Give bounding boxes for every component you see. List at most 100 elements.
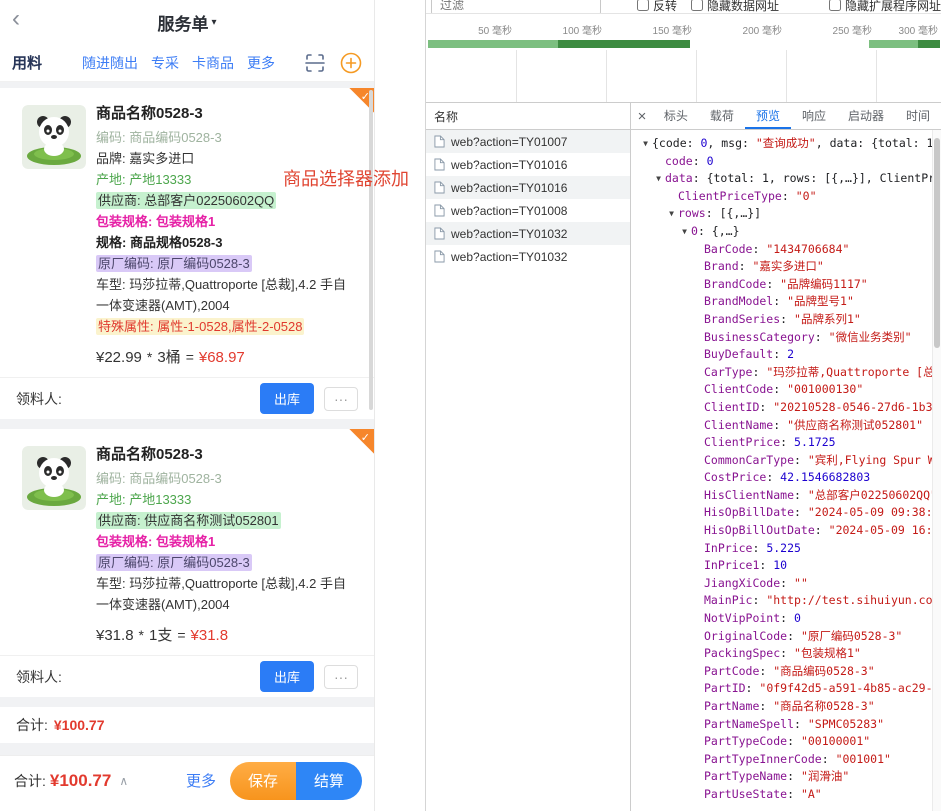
footer-more-link[interactable]: 更多 <box>186 770 216 791</box>
scan-icon[interactable] <box>304 52 326 74</box>
collapse-icon[interactable]: ∧ <box>119 774 128 788</box>
devtools-panel: 反转隐藏数据网址隐藏扩展程序网址 50 毫秒100 毫秒150 毫秒200 毫秒… <box>425 0 941 811</box>
back-icon[interactable]: ‹ <box>12 7 20 31</box>
network-row[interactable]: web?action=TY01016 <box>426 153 630 176</box>
timeline-tick: 300 毫秒 <box>878 22 938 37</box>
json-key: PartNameSpell <box>704 717 794 731</box>
tree-line: HisOpBillOutDate: "2024-05-09 16:38 <box>631 522 941 540</box>
detail-tab-3[interactable]: 预览 <box>745 103 791 129</box>
tab-2[interactable]: 随进随出 <box>82 53 138 73</box>
timeline-tick: 150 毫秒 <box>632 22 692 37</box>
subtotal-row: 合计: ¥100.77 <box>0 707 374 743</box>
scrollbar-thumb[interactable] <box>934 138 940 348</box>
detail-tab-5[interactable]: 启动器 <box>837 103 895 129</box>
detail-tab-2[interactable]: 载荷 <box>699 103 745 129</box>
json-key: PartTypeInnerCode <box>704 752 822 766</box>
tree-line: JiangXiCode: "" <box>631 575 941 593</box>
network-row[interactable]: web?action=TY01032 <box>426 245 630 268</box>
chevron-down-icon[interactable]: ▾ <box>211 17 216 28</box>
json-value: {,…} <box>712 224 740 238</box>
json-value: "20210528-0546-27d6-1b32- <box>773 400 941 414</box>
json-value: : <box>773 294 787 308</box>
json-value: : <box>759 400 773 414</box>
product-field: 特殊属性: 属性-1-0528,属性-2-0528 <box>96 316 358 337</box>
tab-4[interactable]: 卡商品 <box>192 53 234 73</box>
json-value: : <box>787 629 801 643</box>
tab-3[interactable]: 专采 <box>151 53 179 73</box>
filter-input[interactable] <box>431 0 601 14</box>
timeline-tick: 100 毫秒 <box>542 22 602 37</box>
tree-line: PartCode: "商品编码0528-3" <box>631 663 941 681</box>
product-card: ✓商品名称0528-3编码: 商品编码0528-3品牌: 嘉实多进口产地: 产地… <box>0 88 374 419</box>
network-row[interactable]: web?action=TY01032 <box>426 222 630 245</box>
network-row[interactable]: web?action=TY01008 <box>426 199 630 222</box>
checkbox-1[interactable]: 反转 <box>637 0 677 14</box>
settle-button[interactable]: 结算 <box>296 762 362 800</box>
network-filter-bar: 反转隐藏数据网址 隐藏扩展程序网址 <box>426 0 941 14</box>
json-value: "品牌型号1" <box>787 294 854 308</box>
detail-tab-1[interactable]: 标头 <box>653 103 699 129</box>
detail-tab-4[interactable]: 响应 <box>791 103 837 129</box>
more-options-button[interactable]: ··· <box>324 387 358 411</box>
checkbox-input[interactable] <box>829 0 841 11</box>
json-value: : <box>739 259 753 273</box>
tree-line: ClientPriceType: "0" <box>631 188 941 206</box>
expand-arrow-icon[interactable]: ▼ <box>665 205 678 223</box>
devtools-scrollbar[interactable] <box>932 130 941 811</box>
checkbox-3[interactable]: 隐藏扩展程序网址 <box>829 0 941 14</box>
json-value: : <box>787 734 801 748</box>
tab-5[interactable]: 更多 <box>247 53 275 73</box>
expand-arrow-icon[interactable]: ▼ <box>639 135 652 153</box>
more-options-button[interactable]: ··· <box>324 665 358 689</box>
tree-line: ClientPrice: 5.1725 <box>631 434 941 452</box>
json-value: [{,…}] <box>720 206 762 220</box>
tree-line: HisClientName: "总部客户02250602QQ" <box>631 487 941 505</box>
annotation-text: 商品选择器添加 <box>283 165 409 191</box>
outbound-button[interactable]: 出库 <box>260 383 314 414</box>
add-product-button[interactable] <box>340 52 362 74</box>
json-value: : <box>780 312 794 326</box>
json-value: "供应商名称测试052801" <box>787 418 923 432</box>
price-line: ¥22.99*3桶=¥68.97 <box>96 346 358 367</box>
tree-line: PartTypeCode: "00100001" <box>631 733 941 751</box>
network-row[interactable]: web?action=TY01007 <box>426 130 630 153</box>
save-button[interactable]: 保存 <box>230 762 296 800</box>
json-key: PartName <box>704 699 759 713</box>
app-scrollbar[interactable] <box>369 90 373 410</box>
check-icon: ✓ <box>361 431 370 444</box>
bottom-action-bar: 合计: ¥100.77 ∧ 更多 保存 结算 <box>0 755 374 811</box>
json-key: PartCode <box>704 664 759 678</box>
json-key: MainPic <box>704 593 752 607</box>
tab-1[interactable]: 用料 <box>12 52 42 73</box>
outbound-button[interactable]: 出库 <box>260 661 314 692</box>
tree-line: CarType: "玛莎拉蒂,Quattroporte [总 <box>631 364 941 382</box>
request-name: web?action=TY01008 <box>451 204 567 218</box>
network-row[interactable]: web?action=TY01016 <box>426 176 630 199</box>
product-field: 包装规格: 包装规格1 <box>96 211 358 232</box>
network-name-header[interactable]: 名称 <box>426 103 630 130</box>
json-key: BrandCode <box>704 277 766 291</box>
tree-line: code: 0 <box>631 153 941 171</box>
expand-arrow-icon[interactable]: ▼ <box>652 170 665 188</box>
json-value: "2024-05-09 09:38:59 <box>808 505 941 519</box>
network-request-list: 名称 web?action=TY01007web?action=TY01016w… <box>426 103 631 811</box>
json-value: : <box>815 330 829 344</box>
overview[interactable]: 50 毫秒100 毫秒150 毫秒200 毫秒250 毫秒300 毫秒 <box>426 14 941 103</box>
detail-tab-6[interactable]: 时间 <box>895 103 941 129</box>
checkbox-input[interactable] <box>637 0 649 11</box>
toolbar-checkboxes: 反转隐藏数据网址 隐藏扩展程序网址 <box>601 0 941 14</box>
expand-arrow-icon[interactable]: ▼ <box>678 223 691 241</box>
picker-label: 领料人: <box>16 389 62 409</box>
product-field: 包装规格: 包装规格1 <box>96 531 358 552</box>
file-icon <box>434 250 445 263</box>
tree-line: BusinessCategory: "微信业务类别" <box>631 329 941 347</box>
checkbox-2[interactable]: 隐藏数据网址 <box>691 0 779 14</box>
json-value: : <box>794 505 808 519</box>
request-name: web?action=TY01032 <box>451 250 567 264</box>
checkbox-input[interactable] <box>691 0 703 11</box>
json-value: {total: 1, rows: [{,…}], ClientPr <box>707 171 935 185</box>
json-value: : <box>752 593 766 607</box>
unit-price: ¥22.99 <box>96 349 142 366</box>
close-icon[interactable]: × <box>631 103 653 129</box>
json-value: : <box>752 365 766 379</box>
